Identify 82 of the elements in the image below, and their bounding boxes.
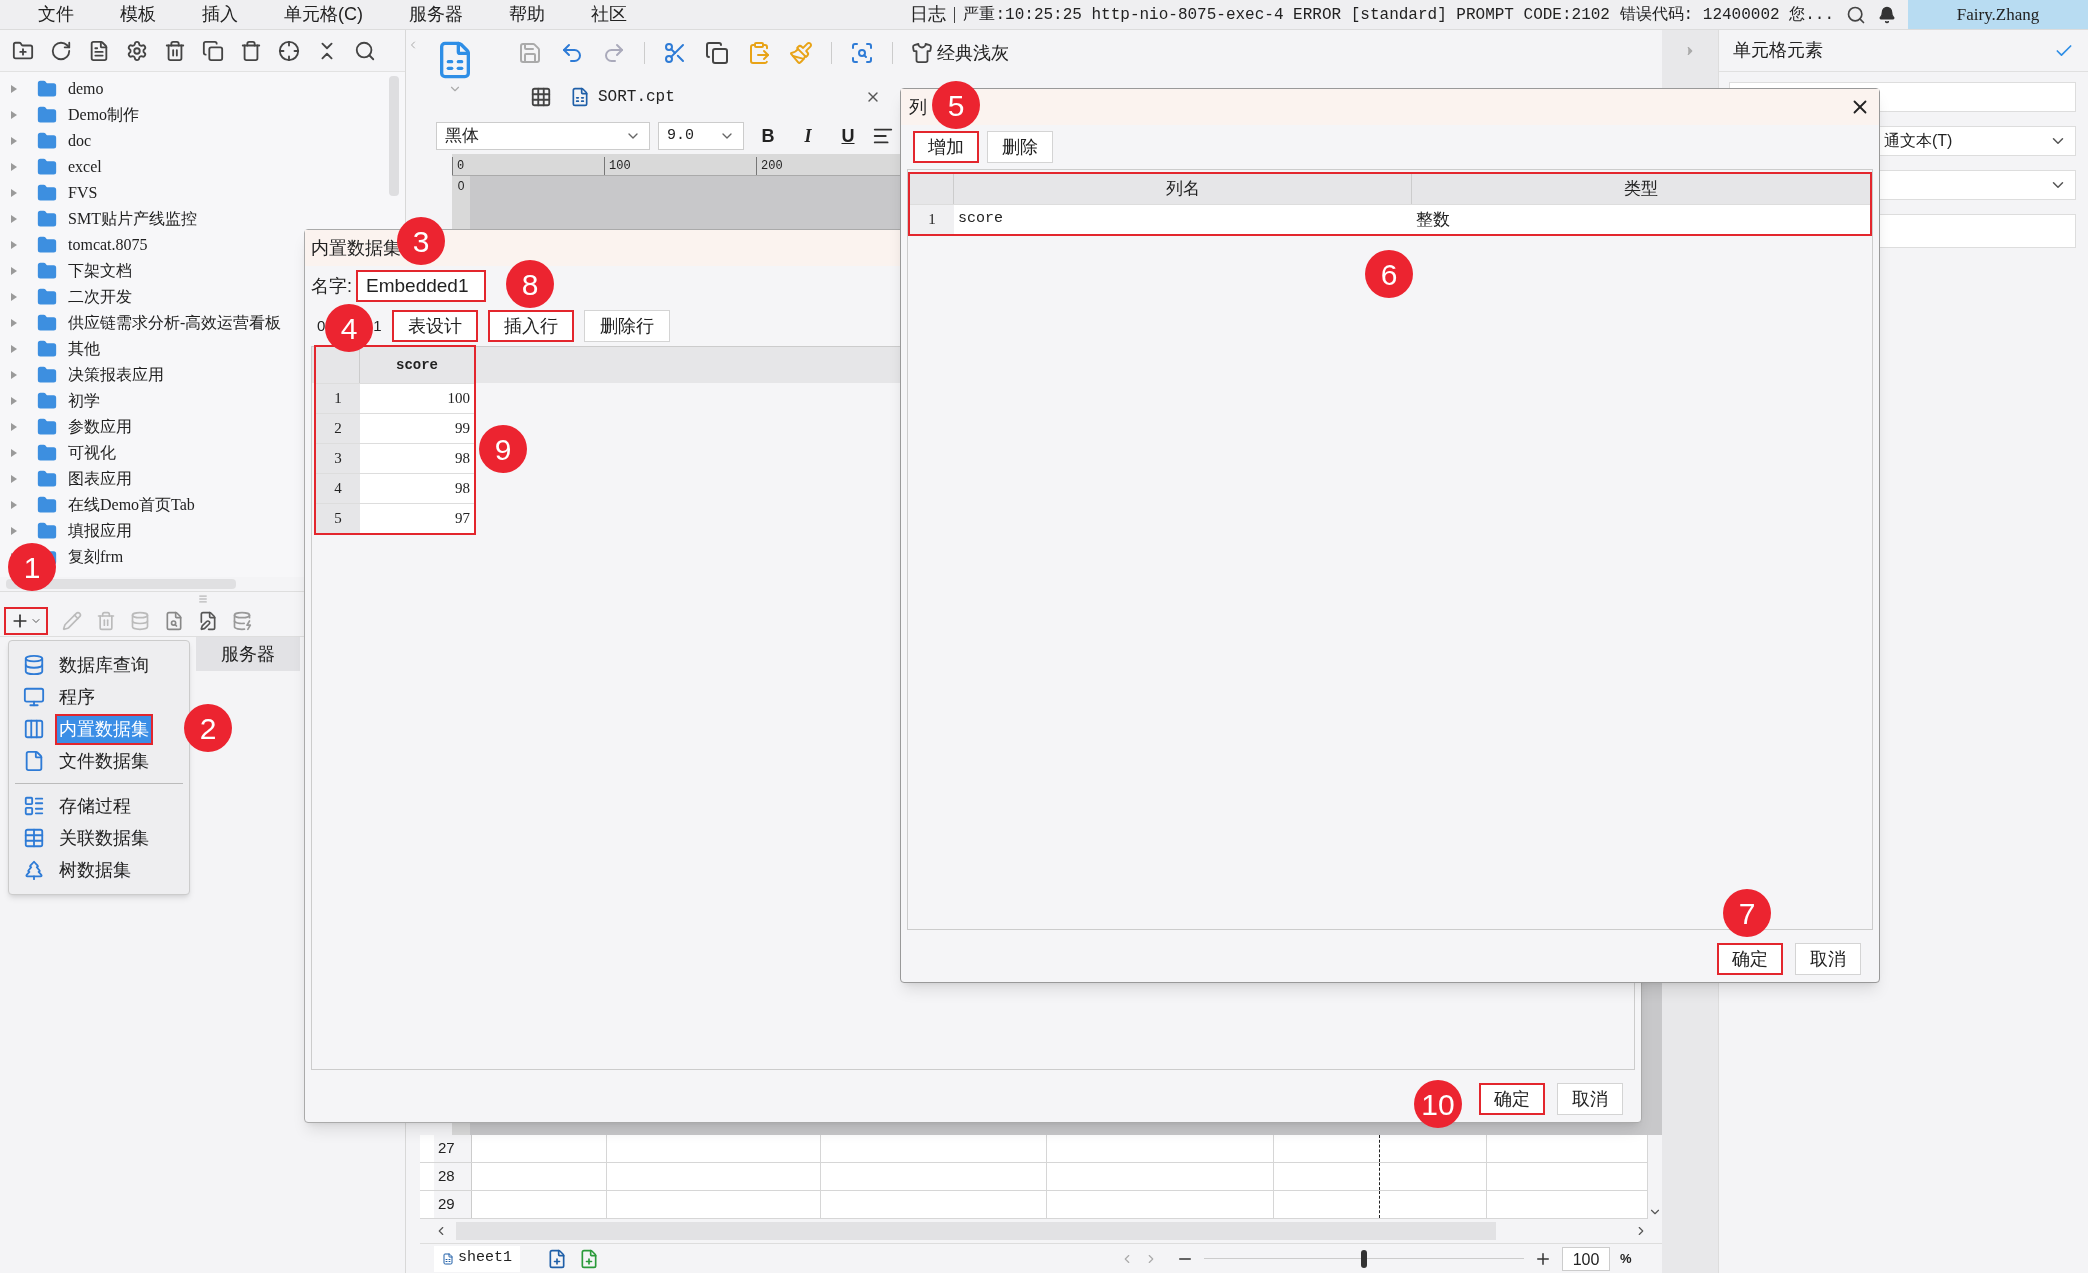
dialog-button[interactable]: 取消 [1795, 943, 1861, 975]
tree-item[interactable]: 初学 [68, 389, 100, 413]
tree-item[interactable]: 填报应用 [68, 519, 132, 543]
log-label[interactable]: 日志 [910, 1, 947, 28]
tree-item[interactable]: 其他 [68, 337, 100, 361]
tree-item[interactable]: 可视化 [68, 441, 116, 465]
menu-item[interactable]: 插入 [202, 1, 238, 28]
menu-item[interactable]: 单元格(C) [284, 1, 363, 28]
menu-item[interactable]: 模板 [120, 1, 156, 28]
menu-item[interactable]: 文件 [38, 1, 74, 28]
name-field[interactable]: Embedded1 [356, 270, 486, 302]
menu-item[interactable]: 帮助 [509, 1, 545, 28]
log-message: 严重:10:25:25 http-nio-8075-exec-4 ERROR [standard] PROMPT CODE:2102 错误代码: 12400002 您... [963, 4, 1834, 26]
tree-item[interactable]: 在线Demo首页Tab [68, 493, 195, 517]
table-cell: 98 [360, 444, 474, 473]
dialog-button[interactable]: 表设计 [391, 310, 478, 342]
table-cell: 100 [360, 384, 474, 413]
menu-item[interactable]: 存储过程 [55, 790, 135, 822]
server-tab[interactable]: 服务器 [196, 637, 300, 671]
file-tab[interactable]: SORT.cpt [570, 85, 675, 109]
zoom-unit: % [1620, 1249, 1632, 1268]
zoom-field[interactable]: 100 [1562, 1246, 1610, 1271]
tree-item[interactable]: Demo制作 [68, 103, 140, 127]
tree-item[interactable]: 复刻frm [68, 545, 124, 569]
column-header: 类型 [1623, 178, 1659, 201]
sheet-tab[interactable]: sheet1 [434, 1245, 520, 1272]
field-label: 名字: [311, 274, 352, 298]
menu-item[interactable]: 数据库查询 [55, 649, 153, 681]
ruler-label: 0 [457, 180, 465, 192]
row-header: 27 [434, 1135, 472, 1162]
font-select[interactable]: 黑体 [436, 122, 650, 150]
ruler-label: 0 [452, 157, 604, 175]
dialog-button[interactable]: 删除行 [583, 310, 670, 342]
menu-item[interactable]: 文件数据集 [55, 745, 153, 777]
dialog-button[interactable]: 删除 [987, 131, 1053, 163]
counter-text: 0 [317, 315, 326, 336]
table-cell: 97 [360, 504, 474, 533]
table-cell: 99 [360, 414, 474, 443]
dialog-title: 列 [909, 95, 927, 119]
format-button[interactable]: B [752, 122, 784, 150]
dialog-button[interactable]: 确定 [1717, 943, 1783, 975]
tree-item[interactable]: SMT贴片产线监控 [68, 207, 197, 231]
tree-item[interactable]: 供应链需求分析-高效运营看板 [68, 311, 282, 335]
tree-item[interactable]: doc [68, 129, 92, 153]
dialog-button[interactable]: 增加 [913, 131, 979, 163]
row-number: 1 [333, 389, 343, 409]
column-header: score [395, 355, 439, 375]
panel-title: 单元格元素 [1733, 39, 1823, 62]
ruler-label: 100 [604, 157, 756, 175]
row-number: 3 [333, 449, 343, 469]
tree-item[interactable]: demo [68, 77, 104, 101]
tree-item[interactable]: 下架文档 [68, 259, 132, 283]
tree-item[interactable]: 二次开发 [68, 285, 132, 309]
row-number: 1 [910, 205, 954, 234]
row-number: 5 [333, 509, 343, 529]
row-number: 2 [333, 419, 343, 439]
tree-item[interactable]: FVS [68, 181, 98, 205]
table-cell-text: score [957, 209, 1004, 230]
tree-item[interactable]: tomcat.8075 [68, 233, 148, 257]
menu-item[interactable]: 服务器 [409, 1, 463, 28]
tree-item[interactable]: 参数应用 [68, 415, 132, 439]
menu-item[interactable]: 程序 [55, 681, 99, 713]
table-cell: 98 [360, 474, 474, 503]
dialog-button[interactable]: 取消 [1557, 1083, 1623, 1115]
menu-item[interactable]: 关联数据集 [55, 822, 153, 854]
tree-item[interactable]: 图表应用 [68, 467, 132, 491]
row-header: 29 [434, 1191, 472, 1218]
theme-button[interactable]: 经典浅灰 [911, 39, 1009, 67]
dialog-button[interactable]: 插入行 [487, 310, 574, 342]
format-button[interactable]: I [792, 122, 824, 150]
user-name[interactable]: Fairy.Zhang [1908, 0, 2088, 29]
format-button[interactable]: U [832, 122, 864, 150]
menu-item[interactable]: 社区 [591, 1, 627, 28]
row-number: 4 [333, 479, 343, 499]
tree-item[interactable]: 决策报表应用 [68, 363, 164, 387]
dialog-button[interactable]: 确定 [1479, 1083, 1545, 1115]
row-header: 28 [434, 1163, 472, 1190]
counter-text: 1 [373, 315, 382, 336]
tree-item[interactable]: excel [68, 155, 102, 179]
menu-item[interactable]: 树数据集 [55, 854, 135, 886]
font-size-select[interactable]: 9.0 [658, 122, 744, 150]
table-cell-text: 整数 [1415, 208, 1451, 231]
